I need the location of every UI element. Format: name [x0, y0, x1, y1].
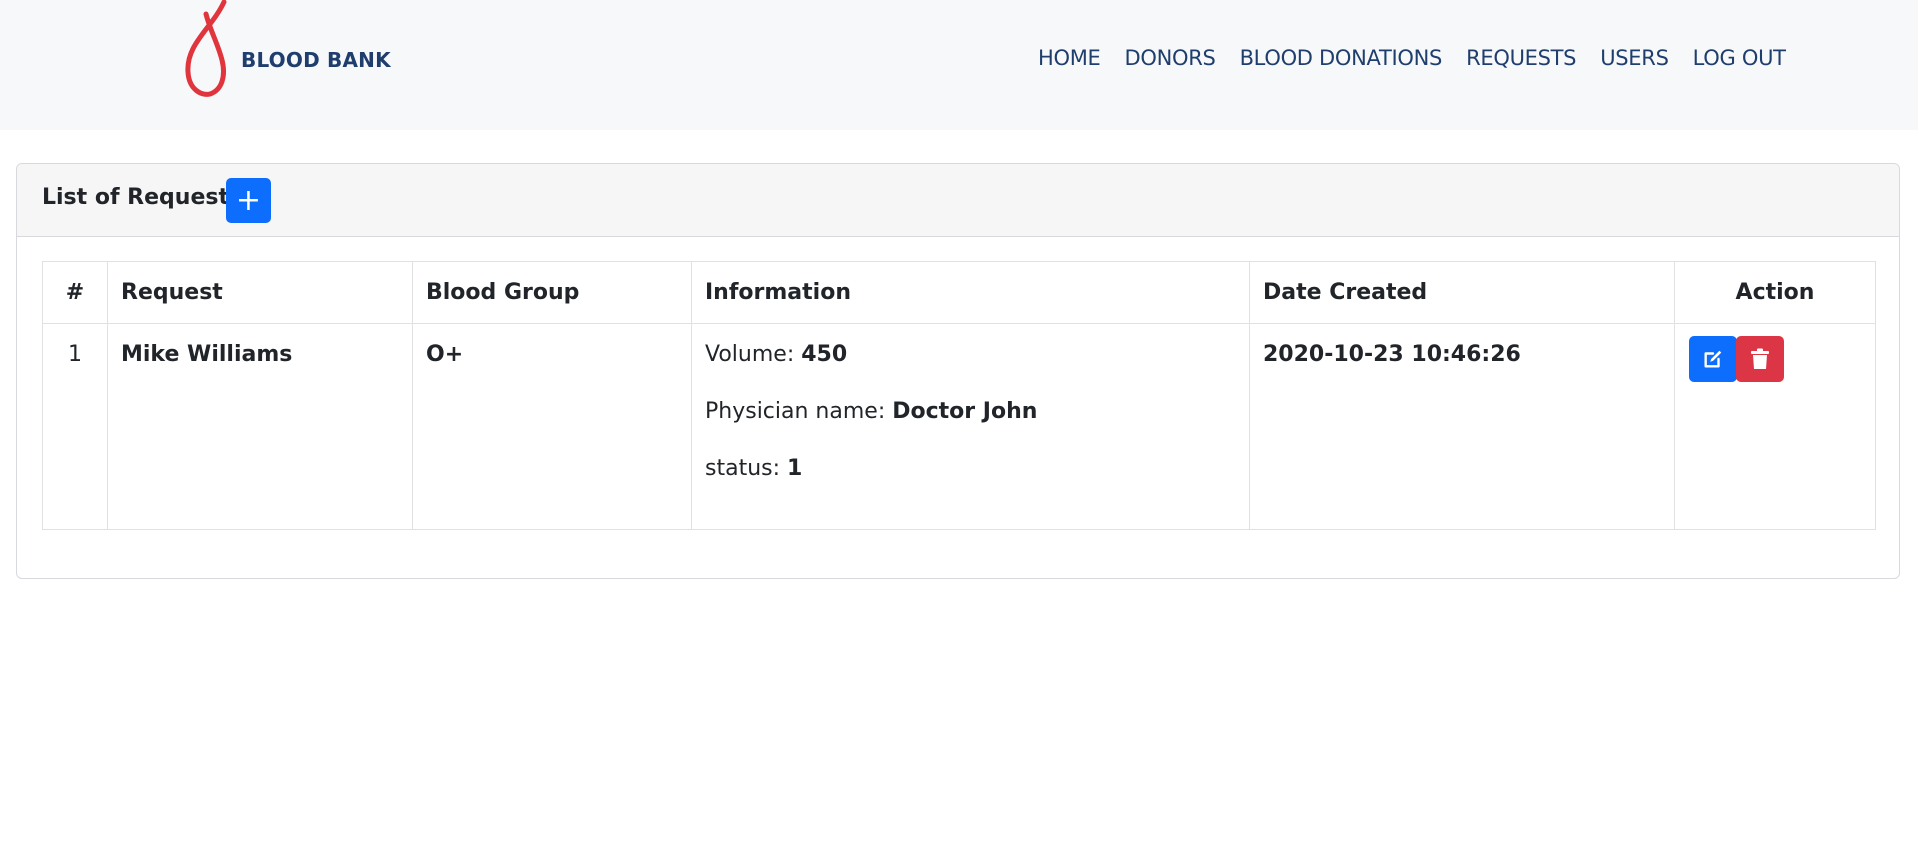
trash-icon	[1751, 348, 1769, 369]
nav-logout-link[interactable]: LOG OUT	[1693, 46, 1786, 70]
cell-blood-group: O+	[412, 323, 692, 530]
col-header-information: Information	[691, 261, 1250, 324]
volume-value: 450	[801, 342, 848, 367]
col-header-index: #	[42, 261, 108, 324]
col-header-action: Action	[1674, 261, 1876, 324]
cell-request-name: Mike Williams	[107, 323, 413, 530]
status-label: status:	[705, 456, 788, 481]
top-navbar: BLOOD BANK HOME DONORS BLOOD DONATIONS R…	[0, 0, 1918, 130]
edit-icon	[1704, 350, 1722, 368]
physician-value: Doctor John	[892, 399, 1038, 424]
edit-button[interactable]	[1689, 336, 1737, 382]
blood-drop-logo-icon	[185, 0, 227, 97]
requests-table: # Request Blood Group Information Date C…	[42, 261, 1876, 530]
plus-icon: +	[235, 182, 262, 218]
col-header-blood-group: Blood Group	[412, 261, 692, 324]
brand-name: BLOOD BANK	[241, 48, 391, 72]
info-status: status: 1	[705, 456, 1236, 481]
nav-blood-donations-link[interactable]: BLOOD DONATIONS	[1240, 46, 1443, 70]
card-title: List of Requests	[42, 185, 243, 210]
physician-label: Physician name:	[705, 399, 893, 424]
col-header-request: Request	[107, 261, 413, 324]
nav-home-link[interactable]: HOME	[1038, 46, 1101, 70]
cell-index: 1	[42, 323, 108, 530]
col-header-date-created: Date Created	[1249, 261, 1675, 324]
nav-users-link[interactable]: USERS	[1600, 46, 1669, 70]
delete-button[interactable]	[1736, 336, 1784, 382]
nav-requests-link[interactable]: REQUESTS	[1466, 46, 1576, 70]
status-value: 1	[787, 456, 803, 481]
requests-card: List of Requests + # Request Blood Group…	[16, 163, 1900, 579]
nav-donors-link[interactable]: DONORS	[1125, 46, 1216, 70]
card-header: List of Requests +	[17, 164, 1899, 237]
cell-date-created: 2020-10-23 10:46:26	[1249, 323, 1675, 530]
info-volume: Volume: 450	[705, 342, 1236, 367]
add-request-button[interactable]: +	[226, 178, 271, 223]
volume-label: Volume:	[705, 342, 802, 367]
table-row: 1 Mike Williams O+ Volume: 450 Physician…	[42, 323, 1876, 530]
table-header-row: # Request Blood Group Information Date C…	[42, 261, 1876, 324]
main-nav: HOME DONORS BLOOD DONATIONS REQUESTS USE…	[1038, 46, 1786, 70]
cell-actions	[1674, 323, 1876, 530]
cell-information: Volume: 450 Physician name: Doctor John …	[691, 323, 1250, 530]
info-physician: Physician name: Doctor John	[705, 399, 1236, 424]
